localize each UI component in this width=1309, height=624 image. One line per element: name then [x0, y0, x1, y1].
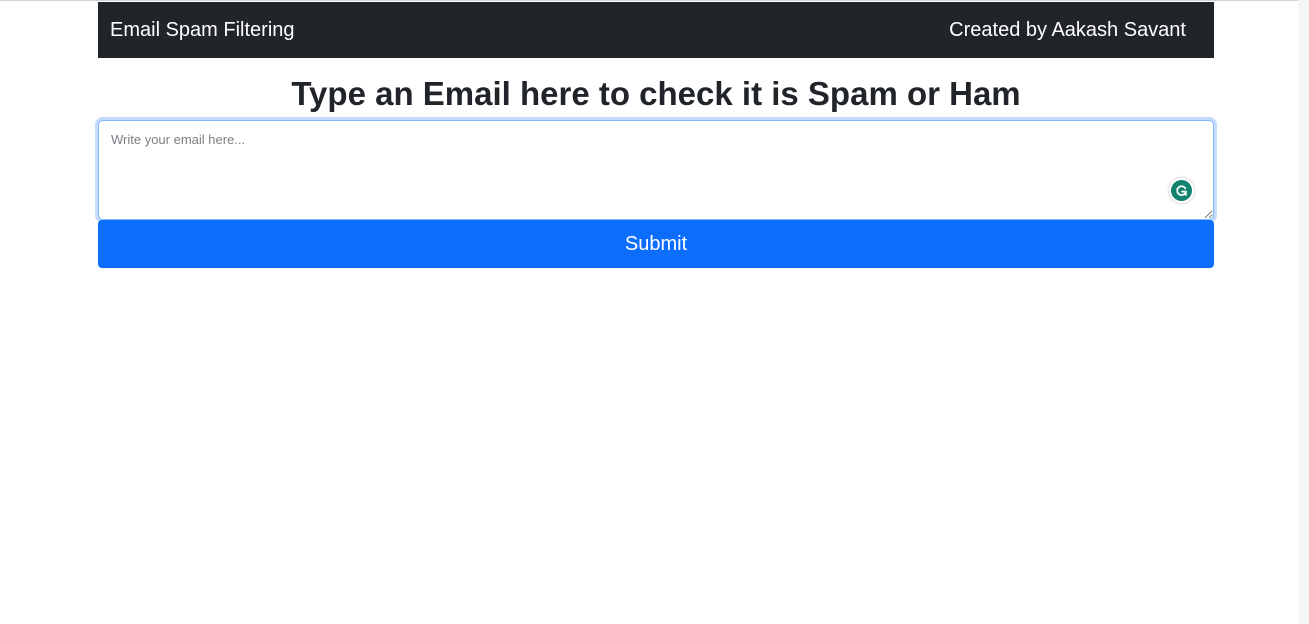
page-heading: Type an Email here to check it is Spam o…	[291, 75, 1021, 112]
email-input-wrapper	[98, 120, 1214, 220]
navbar: Email Spam Filtering Created by Aakash S…	[98, 2, 1214, 58]
page-container: Email Spam Filtering Created by Aakash S…	[98, 2, 1214, 268]
grammarly-g-icon	[1176, 185, 1187, 196]
navbar-brand[interactable]: Email Spam Filtering	[110, 20, 295, 40]
navbar-credit: Created by Aakash Savant	[949, 19, 1186, 41]
email-input[interactable]	[98, 120, 1214, 220]
submit-button[interactable]: Submit	[98, 220, 1214, 268]
grammarly-icon-badge	[1171, 180, 1192, 201]
window-top-border	[0, 0, 1309, 1]
grammarly-icon[interactable]	[1169, 178, 1194, 203]
scrollbar-track[interactable]	[1298, 0, 1309, 624]
